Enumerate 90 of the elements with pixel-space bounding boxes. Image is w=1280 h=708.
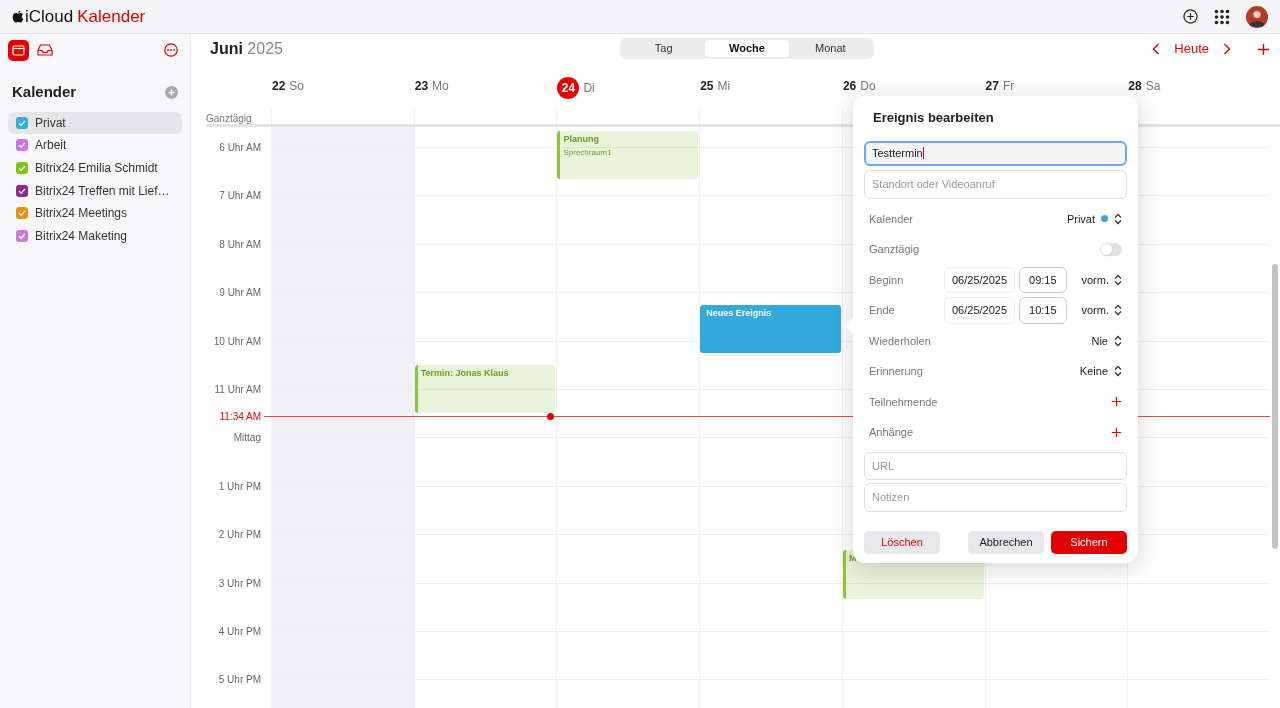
today-button[interactable]: Heute xyxy=(1174,39,1209,59)
notes-field[interactable]: Notizen xyxy=(864,482,1127,512)
avatar[interactable] xyxy=(1246,5,1268,28)
field-label: Ende xyxy=(869,303,896,318)
day-number: 28 xyxy=(1128,78,1142,95)
date-field[interactable]: 06/25/2025 xyxy=(944,297,1016,324)
app-title: Kalender xyxy=(77,5,146,28)
event-location: Sprechraum1 xyxy=(563,146,613,159)
weekday-label: Sa xyxy=(1145,78,1161,95)
select-control[interactable]: Nie xyxy=(1091,332,1122,349)
calendar-checkbox[interactable] xyxy=(16,162,28,174)
calendar-checkbox[interactable] xyxy=(16,184,28,197)
month-title: Juni 2025 xyxy=(210,39,283,59)
app-grid-icon[interactable] xyxy=(1214,8,1230,25)
weekday-label: Di xyxy=(583,80,595,97)
apple-logo-icon xyxy=(12,9,24,24)
weekday-label: Fr xyxy=(1002,78,1015,95)
add-icon[interactable] xyxy=(1111,426,1122,438)
event-title: Planung xyxy=(563,133,600,146)
save-button[interactable]: Sichern xyxy=(1051,530,1127,554)
day-number: 23 xyxy=(414,78,429,95)
calendar-name: Arbeit xyxy=(35,137,67,155)
date-field[interactable]: 06/25/2025 xyxy=(944,266,1016,293)
calendar-item[interactable]: Bitrix24 Maketing xyxy=(8,224,182,248)
calendar-name: Privat xyxy=(35,114,66,132)
previous-icon[interactable] xyxy=(1152,43,1161,55)
day-number: 26 xyxy=(842,78,857,95)
view-tab[interactable]: Monat xyxy=(788,40,872,57)
add-event-icon[interactable] xyxy=(1257,42,1270,56)
chevron-updown-icon xyxy=(1114,365,1122,378)
day-number: 24 xyxy=(557,77,580,99)
chevron-updown-icon xyxy=(1114,304,1122,317)
field-label: Teilnehmende xyxy=(869,394,938,410)
calendar-item[interactable]: Bitrix24 Treffen mit Lief… xyxy=(8,179,182,202)
select-control[interactable]: Keine xyxy=(1079,363,1122,380)
calendar-name: Bitrix24 Emilia Schmidt xyxy=(35,160,158,177)
next-icon[interactable] xyxy=(1223,43,1231,55)
hour-label: Mittag xyxy=(233,430,261,446)
popover-title: Ereignis bearbeiten xyxy=(872,109,995,127)
calendar-item[interactable]: Privat xyxy=(8,111,182,135)
location-field[interactable]: Standort oder Videoanruf xyxy=(864,169,1127,199)
delete-button[interactable]: Löschen xyxy=(864,530,940,554)
calendar-item[interactable]: Bitrix24 Emilia Schmidt xyxy=(8,156,182,180)
calendar-item[interactable]: Bitrix24 Meetings xyxy=(8,201,182,225)
day-number: 22 xyxy=(272,78,286,95)
cancel-button[interactable]: Abbrechen xyxy=(968,530,1044,554)
app-brand: iCloud xyxy=(25,5,74,28)
day-number: 25 xyxy=(700,78,714,95)
weekday-label: Do xyxy=(860,78,876,95)
calendar-name: Bitrix24 Treffen mit Lief… xyxy=(35,182,170,200)
period-select[interactable]: vorm. xyxy=(1081,271,1122,288)
calendar-checkbox[interactable] xyxy=(16,139,28,152)
field-label: Kalender xyxy=(869,211,914,227)
url-field[interactable]: URL xyxy=(864,451,1127,480)
weekday-label: So xyxy=(289,78,305,95)
view-tab[interactable]: Woche xyxy=(705,40,789,57)
scrollbar-thumb[interactable] xyxy=(1272,264,1278,549)
add-icon[interactable] xyxy=(1111,396,1122,408)
chevron-updown-icon xyxy=(1114,334,1122,347)
chevron-updown-icon xyxy=(1114,273,1122,286)
field-label: Beginn xyxy=(869,272,905,288)
weekday-label: Mi xyxy=(717,78,731,95)
calendar-name: Bitrix24 Meetings xyxy=(35,205,128,223)
field-label: Wiederholen xyxy=(869,333,931,349)
calendar-name: Bitrix24 Maketing xyxy=(35,227,128,245)
title-field[interactable]: Testtermin xyxy=(864,140,1127,166)
event-title: Termin: Jonas Klaus xyxy=(420,366,510,380)
select-control[interactable]: Privat xyxy=(1066,210,1122,227)
calendar-checkbox[interactable] xyxy=(16,116,28,129)
sidebar-heading: Kalender xyxy=(12,82,77,102)
day-number: 27 xyxy=(985,78,999,95)
toggle-switch[interactable] xyxy=(1100,242,1122,256)
event-title: Neues Ereignis xyxy=(706,307,773,321)
more-icon[interactable] xyxy=(164,43,178,57)
field-label: Anhänge xyxy=(869,425,914,440)
weekday-label: Mo xyxy=(432,78,449,95)
calendar-checkbox[interactable] xyxy=(16,229,28,242)
field-label: Erinnerung xyxy=(869,364,923,379)
calendar-item[interactable]: Arbeit xyxy=(8,134,182,157)
field-label: Ganztägig xyxy=(869,242,920,257)
inbox-icon[interactable] xyxy=(37,44,53,56)
calendar-app-icon[interactable] xyxy=(8,39,29,61)
add-circle-icon[interactable] xyxy=(1183,9,1198,24)
all-day-label: Ganztägig xyxy=(206,112,253,124)
view-tab[interactable]: Tag xyxy=(622,40,706,57)
chevron-updown-icon xyxy=(1114,212,1122,225)
calendar-checkbox[interactable] xyxy=(16,207,28,220)
time-field[interactable]: 09:15 xyxy=(1019,266,1067,293)
period-select[interactable]: vorm. xyxy=(1081,302,1122,319)
time-field[interactable]: 10:15 xyxy=(1019,297,1067,324)
